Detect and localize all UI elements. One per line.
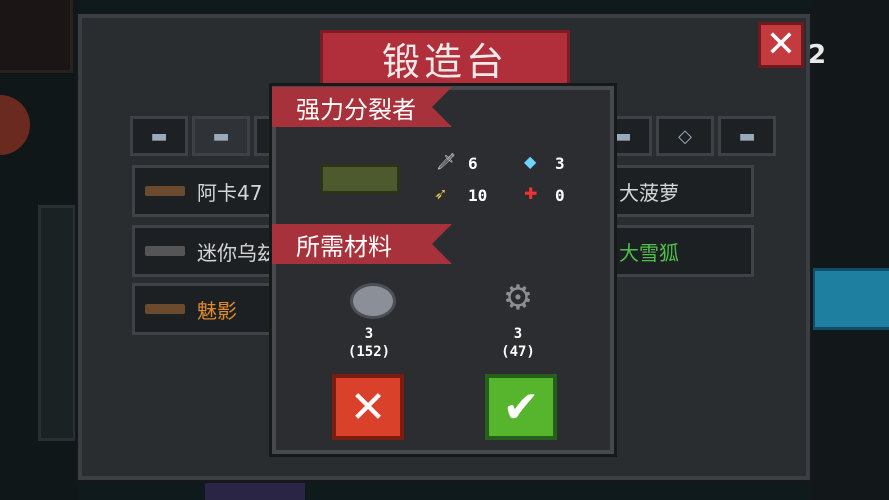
list-item[interactable]: 大菠萝 xyxy=(596,165,754,217)
rifle-icon: ▬ xyxy=(212,125,230,147)
tab-fish-gun[interactable]: ▬ xyxy=(718,116,776,156)
window-title: 锻造台 xyxy=(297,30,593,86)
tab-pistol[interactable]: ▬ xyxy=(130,116,188,156)
smg-icon xyxy=(145,246,185,256)
background-floor xyxy=(205,480,305,500)
list-item[interactable]: 大雪狐 xyxy=(596,225,754,277)
ore-needed: 3 xyxy=(364,326,374,342)
blaster-icon: ▬ xyxy=(614,125,632,147)
status-badge: 2 xyxy=(808,40,827,70)
ore-icon xyxy=(350,283,396,319)
gear-icon: ⚙ xyxy=(502,278,534,318)
weapon-icon xyxy=(320,164,400,194)
pistol-icon: ▬ xyxy=(150,125,168,147)
tab-rifle[interactable]: ▬ xyxy=(192,116,250,156)
damage-value: 6 xyxy=(468,154,478,173)
weapon-category-tabs-right: ▬ ◇ ▬ xyxy=(594,116,776,156)
forge-confirm-dialog xyxy=(272,86,614,454)
materials-ribbon: 所需材料 xyxy=(272,224,452,264)
background-pillar xyxy=(38,205,76,441)
sword-icon: 🗡 xyxy=(436,152,457,171)
gear-owned: (47) xyxy=(501,344,535,360)
weapon-name: 大雪狐 xyxy=(619,240,679,265)
fish-gun-icon: ▬ xyxy=(738,125,756,147)
list-item[interactable]: 迷你乌兹 xyxy=(132,225,292,277)
background-right xyxy=(809,0,889,500)
weapon-name-ribbon: 强力分裂者 xyxy=(272,87,452,127)
energy-icon: ◆ xyxy=(524,152,537,171)
energy-value: 3 xyxy=(555,154,565,173)
weapon-name: 迷你乌兹 xyxy=(197,240,277,265)
weapon-name: 大菠萝 xyxy=(619,180,679,205)
cancel-button[interactable]: ✕ xyxy=(332,374,404,440)
accuracy-value: 0 xyxy=(555,186,565,205)
background-screen xyxy=(812,268,889,330)
background-corner-frame xyxy=(0,0,73,73)
rifle-icon xyxy=(145,186,185,196)
tab-diamond[interactable]: ◇ xyxy=(656,116,714,156)
gear-needed: 3 xyxy=(513,326,523,342)
rifle-icon xyxy=(145,304,185,314)
ore-owned: (152) xyxy=(347,344,391,360)
crit-value: 10 xyxy=(468,186,488,205)
weapon-name: 魅影 xyxy=(197,298,237,323)
diamond-icon: ◇ xyxy=(678,125,692,147)
weapon-name: 阿卡47 xyxy=(197,180,263,205)
list-item[interactable]: 魅影 xyxy=(132,283,292,335)
crit-icon: ➶ xyxy=(434,184,448,203)
accuracy-icon: ✚ xyxy=(524,184,538,203)
confirm-button[interactable]: ✔ xyxy=(485,374,557,440)
close-button[interactable]: ✕ xyxy=(758,22,804,68)
list-item[interactable]: 阿卡47 xyxy=(132,165,292,217)
